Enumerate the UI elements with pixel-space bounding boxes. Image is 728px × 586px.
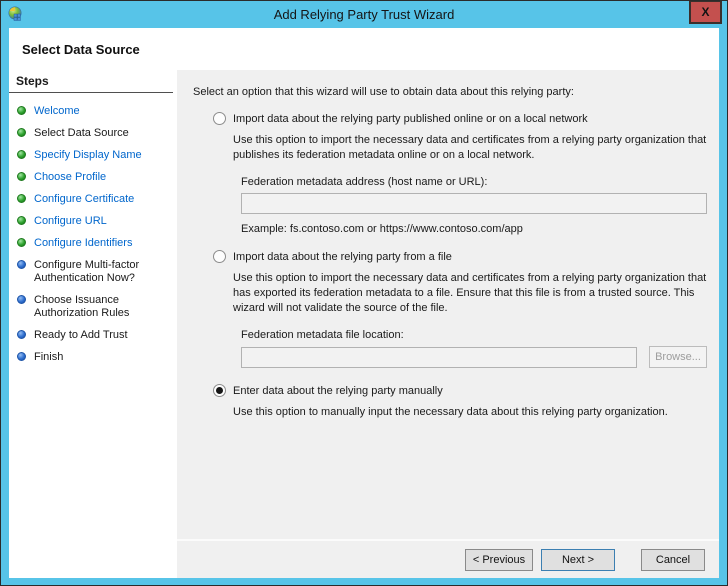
step-done-bullet-icon [17,216,26,225]
option-online-description: Use this option to import the necessary … [233,133,707,163]
metadata-file-input [241,347,637,368]
step-upcoming-bullet-icon [17,260,26,269]
step-done-bullet-icon [17,106,26,115]
step-done-bullet-icon [17,194,26,203]
close-icon: X [701,5,709,19]
sidebar-item-configure-url[interactable]: Configure URL [17,215,167,228]
metadata-address-label: Federation metadata address (host name o… [241,176,707,188]
close-button[interactable]: X [689,1,722,24]
option-import-online: Import data about the relying party publ… [213,112,707,235]
radio-import-online[interactable]: Import data about the relying party publ… [213,112,707,125]
intro-text: Select an option that this wizard will u… [193,86,707,98]
previous-button[interactable]: < Previous [465,549,533,571]
page-title: Select Data Source [22,42,140,57]
option-file-description: Use this option to import the necessary … [233,271,707,316]
sidebar-item-configure-mfa: Configure Multi-factor Authentication No… [17,259,167,285]
option-import-file: Import data about the relying party from… [213,250,707,368]
sidebar-item-specify-display-name[interactable]: Specify Display Name [17,149,167,162]
page-header: Select Data Source [9,28,719,70]
option-enter-manually: Enter data about the relying party manua… [213,384,707,420]
radio-enter-manually[interactable]: Enter data about the relying party manua… [213,384,707,397]
adfs-app-icon [7,6,24,23]
window-title: Add Relying Party Trust Wizard [274,7,455,22]
step-done-bullet-icon [17,150,26,159]
radio-import-file[interactable]: Import data about the relying party from… [213,250,707,263]
sidebar-item-choose-issuance-rules: Choose Issuance Authorization Rules [17,294,167,320]
sidebar-item-configure-identifiers[interactable]: Configure Identifiers [17,237,167,250]
sidebar-item-ready-to-add-trust: Ready to Add Trust [17,329,167,342]
steps-sidebar: Steps Welcome Select Data Source Specify… [9,70,173,578]
steps-heading: Steps [9,70,173,93]
metadata-file-label: Federation metadata file location: [241,329,707,341]
metadata-address-example: Example: fs.contoso.com or https://www.c… [241,223,707,235]
sidebar-item-choose-profile[interactable]: Choose Profile [17,171,167,184]
wizard-frame: Select Data Source Steps Welcome Select … [9,28,719,578]
footer-button-bar: < Previous Next > Cancel [177,541,719,578]
radio-checked-icon[interactable] [213,384,226,397]
sidebar-item-configure-certificate[interactable]: Configure Certificate [17,193,167,206]
step-upcoming-bullet-icon [17,352,26,361]
step-upcoming-bullet-icon [17,330,26,339]
step-upcoming-bullet-icon [17,295,26,304]
step-done-bullet-icon [17,128,26,137]
next-button[interactable]: Next > [541,549,615,571]
sidebar-item-welcome[interactable]: Welcome [17,105,167,118]
window-titlebar[interactable]: Add Relying Party Trust Wizard X [1,1,727,28]
content-panel: Select an option that this wizard will u… [177,70,719,578]
step-done-bullet-icon [17,238,26,247]
browse-button: Browse... [649,346,707,368]
steps-list: Welcome Select Data Source Specify Displ… [9,93,173,364]
option-manual-description: Use this option to manually input the ne… [233,405,707,420]
radio-unchecked-icon[interactable] [213,112,226,125]
metadata-address-input [241,193,707,214]
step-done-bullet-icon [17,172,26,181]
cancel-button[interactable]: Cancel [641,549,705,571]
wizard-window: Add Relying Party Trust Wizard X Select … [0,0,728,586]
radio-unchecked-icon[interactable] [213,250,226,263]
sidebar-item-finish: Finish [17,351,167,364]
sidebar-item-select-data-source: Select Data Source [17,127,167,140]
